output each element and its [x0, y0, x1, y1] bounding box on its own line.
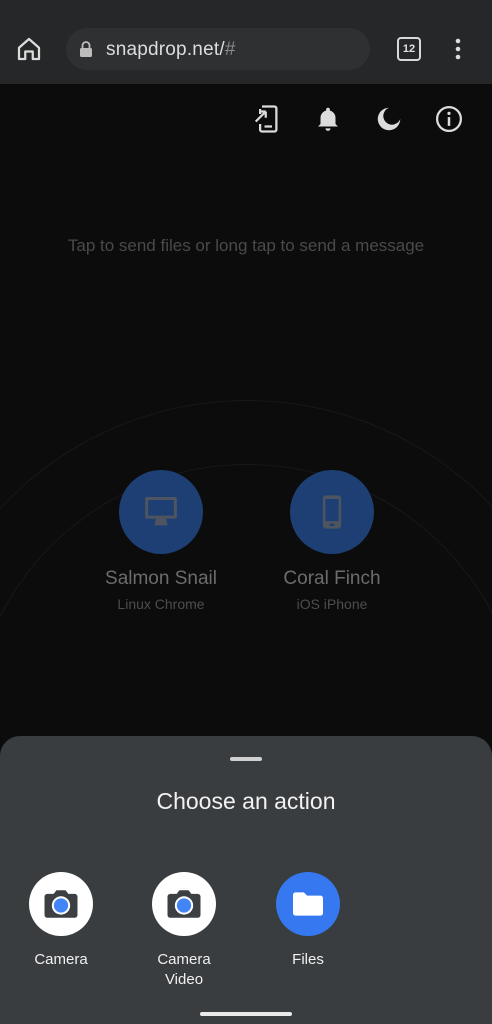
home-icon[interactable] [14, 34, 44, 64]
address-bar[interactable]: snapdrop.net/# [66, 28, 370, 70]
option-camera[interactable]: Camera [13, 872, 109, 970]
folder-icon [276, 872, 340, 936]
peer-name: Salmon Snail [105, 568, 217, 589]
peer-device: iOS iPhone [296, 596, 368, 612]
peer-coral-finch[interactable]: Coral Finch iOS iPhone [242, 470, 422, 612]
action-bottom-sheet: Choose an action Camera Camera Video Fil… [0, 736, 492, 1024]
option-label: Camera Video [157, 951, 211, 988]
instruction-hint: Tap to send files or long tap to send a … [67, 236, 425, 255]
option-camera-video[interactable]: Camera Video [136, 872, 232, 990]
phone-icon [290, 470, 374, 554]
url-text: snapdrop.net/# [106, 39, 236, 61]
info-icon[interactable] [434, 104, 464, 134]
camera-icon [29, 872, 93, 936]
option-label: Files [292, 951, 324, 968]
install-icon[interactable] [252, 104, 282, 134]
option-files[interactable]: Files [260, 872, 356, 970]
peer-device: Linux Chrome [117, 596, 205, 612]
system-nav-pill[interactable] [200, 1012, 292, 1016]
url-hash: # [224, 39, 236, 60]
moon-icon[interactable] [374, 104, 404, 134]
tab-switcher-button[interactable]: 12 [397, 37, 421, 61]
option-label: Camera [34, 951, 88, 968]
sheet-title: Choose an action [156, 788, 336, 814]
sheet-drag-handle[interactable] [230, 757, 262, 761]
bell-icon[interactable] [313, 104, 343, 134]
peer-name: Coral Finch [283, 568, 381, 589]
url-domain: snapdrop.net/ [106, 39, 225, 60]
lock-icon [78, 40, 94, 58]
browser-toolbar: snapdrop.net/# 12 [0, 0, 492, 84]
desktop-icon [119, 470, 203, 554]
overflow-menu-icon[interactable] [448, 36, 468, 62]
camera-icon [152, 872, 216, 936]
peer-salmon-snail[interactable]: Salmon Snail Linux Chrome [71, 470, 251, 612]
